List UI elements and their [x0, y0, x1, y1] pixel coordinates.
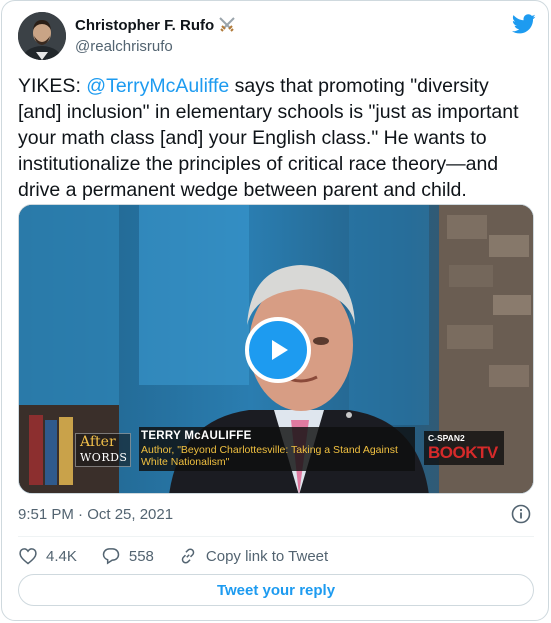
tweet-timestamp[interactable]: 9:51 PM · Oct 25, 2021 [18, 506, 173, 523]
network-channel: BOOKTV [428, 443, 498, 463]
like-count: 4.4K [46, 547, 77, 565]
tweet-header: Christopher F. Rufo @realchrisrufo [18, 12, 538, 60]
reply-button[interactable]: 558 [101, 546, 154, 566]
heart-icon [19, 548, 37, 565]
display-name[interactable]: Christopher F. Rufo [75, 17, 214, 34]
chyron-subtitle: Author, "Beyond Charlottesville: Taking … [141, 444, 398, 468]
reply-count: 558 [128, 547, 154, 565]
video-player[interactable]: After WORDS TERRY McAULIFFE Author, "Bey… [18, 204, 534, 494]
network-book: BOOK [428, 443, 478, 462]
tweet-prefix: YIKES: [18, 75, 87, 97]
tweet-card: Christopher F. Rufo @realchrisrufo YIKES… [1, 0, 549, 621]
user-handle[interactable]: @realchrisrufo [75, 38, 173, 55]
show-logo: After WORDS [75, 433, 131, 467]
reply-bubble-icon [102, 548, 120, 565]
play-button[interactable] [245, 317, 311, 383]
play-icon [272, 340, 288, 360]
like-button[interactable]: 4.4K [18, 546, 77, 566]
chyron-name: TERRY McAULIFFE [141, 430, 252, 442]
show-logo-top: After [80, 434, 116, 450]
copy-link-label: Copy link to Tweet [205, 547, 329, 565]
network-name: C-SPAN2 [428, 433, 465, 443]
tweet-your-reply-button[interactable]: Tweet your reply [18, 574, 534, 606]
info-icon[interactable] [511, 504, 531, 524]
crossed-swords-icon [218, 16, 236, 34]
mention-link[interactable]: @TerryMcAuliffe [86, 75, 229, 97]
network-logo: C-SPAN2 BOOKTV [424, 431, 504, 465]
tweet-text: YIKES: @TerryMcAuliffe says that promoti… [18, 73, 534, 203]
twitter-bird-icon[interactable] [511, 12, 536, 36]
network-tv: TV [477, 443, 498, 462]
show-logo-bottom: WORDS [80, 451, 128, 464]
avatar[interactable] [18, 12, 66, 60]
chyron: TERRY McAULIFFE Author, "Beyond Charlott… [139, 427, 415, 471]
name-row: Christopher F. Rufo [75, 16, 236, 34]
link-icon [181, 548, 195, 564]
divider [18, 536, 534, 537]
action-bar: 4.4K 558 Copy link to Tweet [18, 544, 352, 568]
copy-link-button[interactable]: Copy link to Tweet [178, 546, 328, 566]
